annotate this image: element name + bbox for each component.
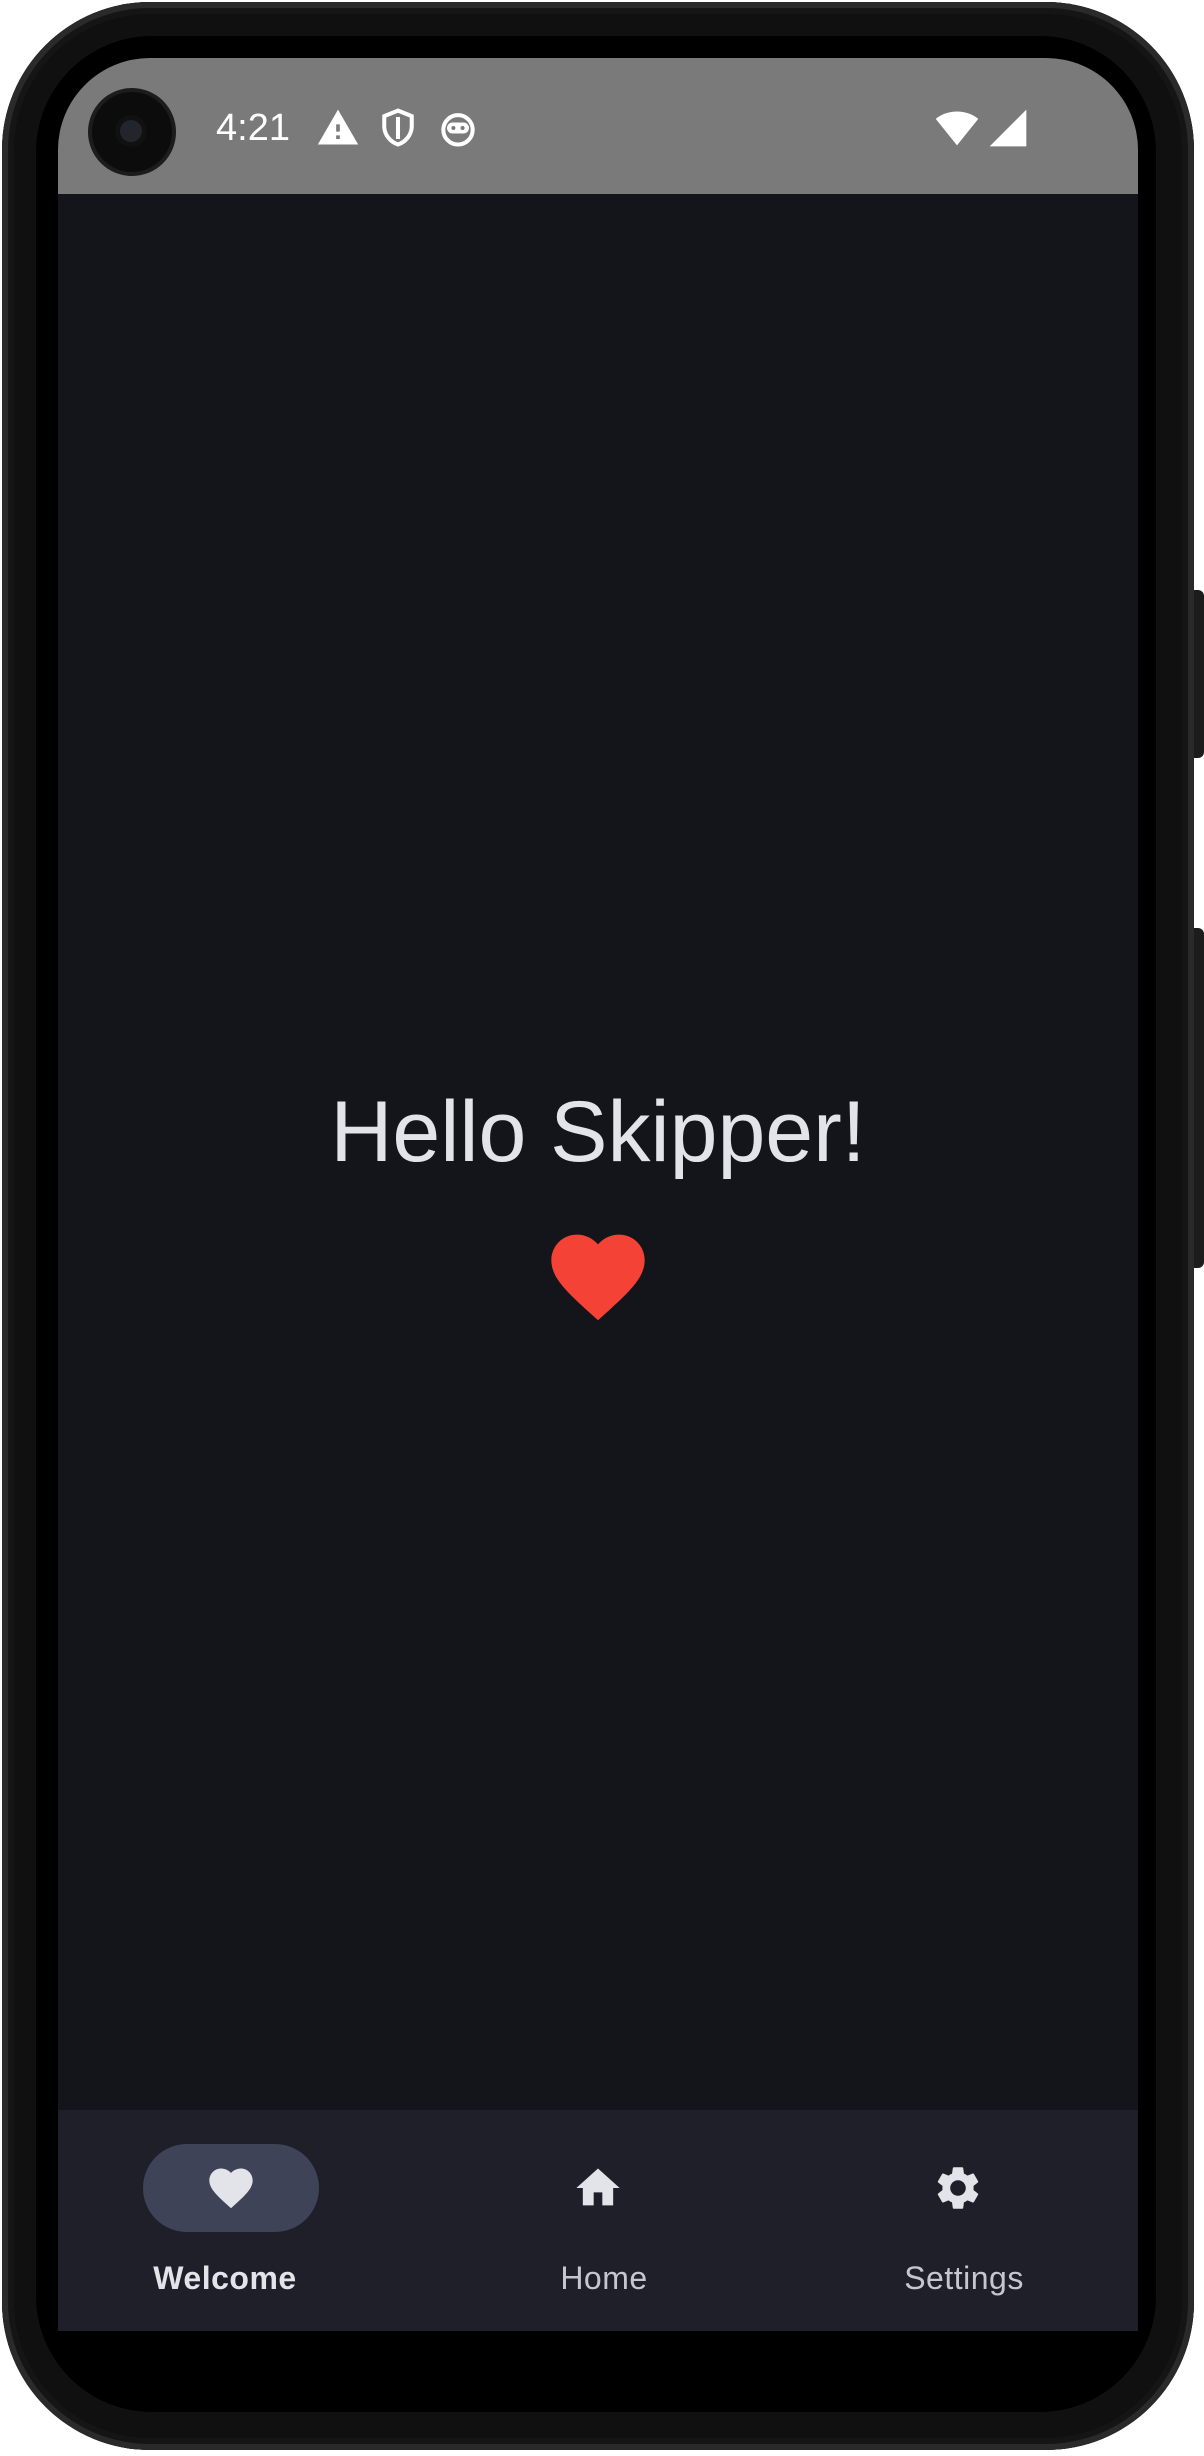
greeting-text: Hello Skipper!	[330, 1084, 866, 1180]
screen: 4:21 Hello Skipper! Welcome Home Setting…	[58, 58, 1138, 2331]
warning-icon	[316, 106, 360, 150]
nav-label-home: Home	[560, 2260, 648, 2296]
gear-icon	[932, 2162, 984, 2214]
heart-icon	[205, 2162, 257, 2214]
camera-cutout	[92, 92, 172, 172]
power-button	[1194, 590, 1204, 758]
nav-item-home[interactable]: Home	[418, 2110, 778, 2331]
nav-item-welcome[interactable]: Welcome	[58, 2110, 418, 2331]
shield-icon	[376, 106, 420, 150]
status-bar: 4:21	[58, 58, 1138, 194]
home-icon	[572, 2162, 624, 2214]
bottom-navigation: Welcome Home Settings	[58, 2110, 1138, 2331]
main-content: Hello Skipper!	[58, 194, 1138, 2110]
volume-button	[1194, 928, 1204, 1268]
cellular-signal-icon	[986, 106, 1030, 150]
device-frame: 4:21 Hello Skipper! Welcome Home Setting…	[0, 0, 1204, 2456]
status-time: 4:21	[216, 107, 290, 149]
nav-label-settings: Settings	[904, 2260, 1024, 2296]
wifi-icon	[934, 106, 980, 150]
nav-item-settings[interactable]: Settings	[778, 2110, 1138, 2331]
android-face-icon	[436, 106, 480, 150]
nav-label-welcome: Welcome	[153, 2260, 297, 2296]
heart-icon	[542, 1220, 654, 1324]
